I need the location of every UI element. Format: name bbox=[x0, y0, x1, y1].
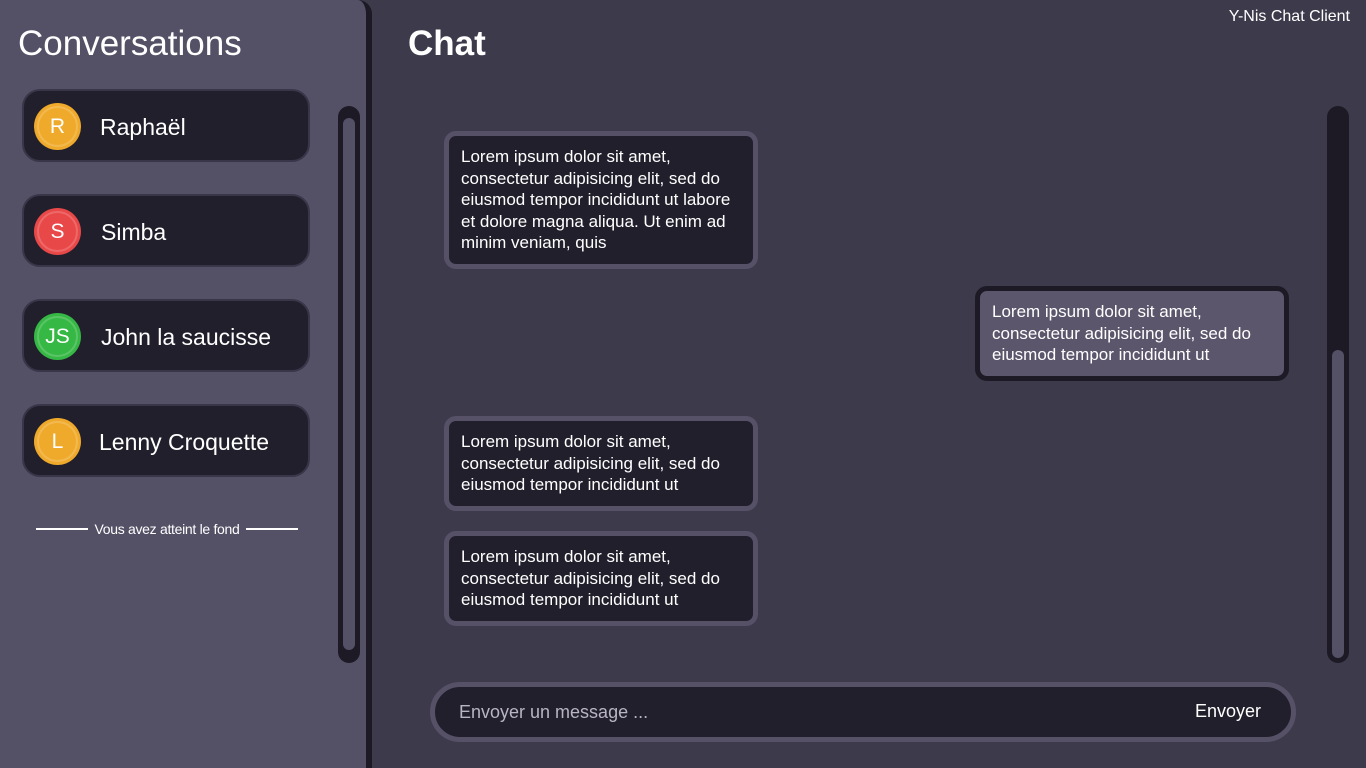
avatar-initials: S bbox=[50, 219, 65, 243]
conversation-name: Simba bbox=[101, 219, 167, 245]
message-bubble-incoming: Lorem ipsum dolor sit amet, consectetur … bbox=[444, 131, 758, 269]
conversation-name: Raphaël bbox=[100, 114, 186, 140]
sidebar-title: Conversations bbox=[18, 24, 242, 63]
message-bubble-incoming: Lorem ipsum dolor sit amet, consectetur … bbox=[444, 416, 758, 511]
send-button[interactable]: Envoyer bbox=[1195, 701, 1261, 722]
avatar: S bbox=[34, 208, 81, 255]
end-of-list-note: Vous avez atteint le fond bbox=[36, 521, 298, 537]
avatar: L bbox=[34, 418, 81, 465]
conversation-item-raphael[interactable]: R Raphaël bbox=[22, 89, 310, 162]
avatar: JS bbox=[34, 313, 81, 360]
conversations-sidebar: Conversations R Raphaël S Simba JS John … bbox=[0, 0, 372, 768]
conversation-name: John la saucisse bbox=[101, 324, 272, 350]
conversation-item-simba[interactable]: S Simba bbox=[22, 194, 310, 267]
avatar-initials: L bbox=[51, 429, 64, 453]
message-bubble-outgoing: Lorem ipsum dolor sit amet, consectetur … bbox=[975, 286, 1289, 381]
divider-line bbox=[36, 528, 89, 530]
avatar-initials: JS bbox=[45, 324, 70, 348]
chat-title: Chat bbox=[408, 24, 486, 63]
message-bubble-incoming: Lorem ipsum dolor sit amet, consectetur … bbox=[444, 531, 758, 626]
message-composer: Envoyer bbox=[430, 682, 1296, 742]
chat-scrollbar[interactable] bbox=[1327, 106, 1349, 663]
conversation-name: Lenny Croquette bbox=[99, 429, 270, 455]
avatar-initials: R bbox=[49, 114, 66, 138]
conversation-item-john-la-saucisse[interactable]: JS John la saucisse bbox=[22, 299, 310, 372]
avatar: R bbox=[34, 103, 81, 150]
conversation-item-lenny-croquette[interactable]: L Lenny Croquette bbox=[22, 404, 310, 477]
chat-app: Conversations R Raphaël S Simba JS John … bbox=[0, 0, 1366, 768]
sidebar-scrollbar-thumb[interactable] bbox=[343, 118, 355, 650]
end-of-list-text: Vous avez atteint le fond bbox=[94, 521, 240, 537]
chat-scrollbar-thumb[interactable] bbox=[1332, 350, 1344, 658]
divider-line bbox=[245, 528, 298, 530]
app-title: Y-Nis Chat Client bbox=[1228, 8, 1350, 25]
message-input[interactable] bbox=[459, 687, 1159, 737]
sidebar-scrollbar[interactable] bbox=[338, 106, 360, 663]
